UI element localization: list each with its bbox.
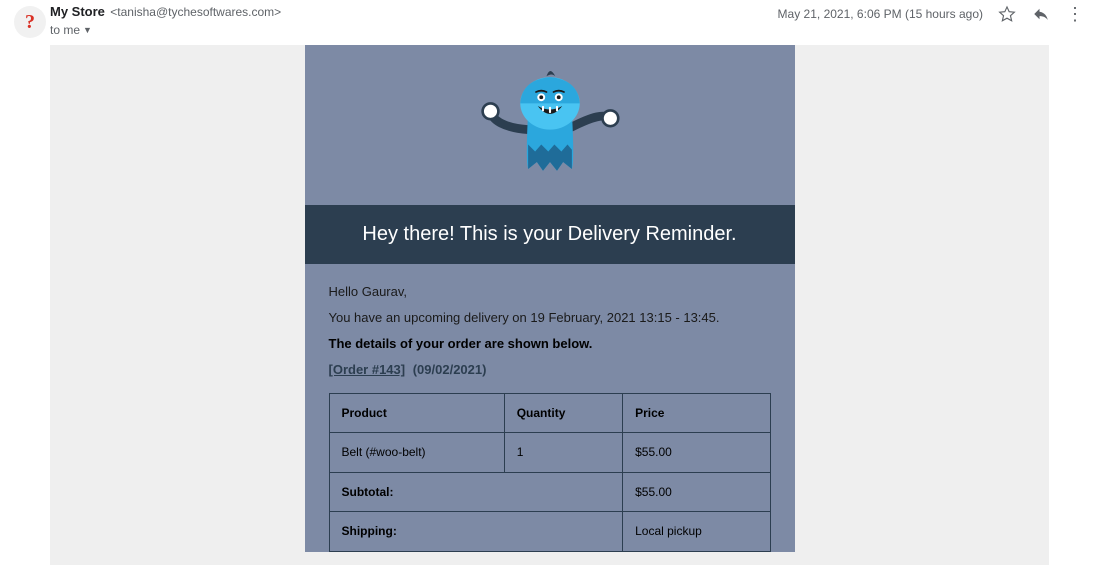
table-row-shipping: Shipping: Local pickup [329, 512, 770, 552]
greeting-text: Hello Gaurav, [329, 282, 771, 302]
order-link[interactable]: [Order #143] [329, 362, 406, 377]
schedule-text: You have an upcoming delivery on 19 Febr… [329, 308, 771, 328]
recipient-label: to me [50, 23, 80, 37]
more-icon[interactable]: ⋮ [1065, 4, 1085, 24]
shipping-value: Local pickup [623, 512, 770, 552]
subtotal-label: Subtotal: [329, 472, 623, 512]
sender-name: My Store [50, 4, 105, 19]
email-logo-area [305, 45, 795, 205]
col-product: Product [329, 393, 504, 433]
banner-text: Hey there! This is your Delivery Reminde… [362, 223, 736, 245]
sender-email: <tanisha@tychesoftwares.com> [110, 5, 281, 19]
table-header-row: Product Quantity Price [329, 393, 770, 433]
avatar-initial: ? [25, 11, 35, 34]
cell-product: Belt (#woo-belt) [329, 433, 504, 473]
cell-quantity: 1 [504, 433, 622, 473]
email-timestamp: May 21, 2021, 6:06 PM (15 hours ago) [778, 7, 983, 21]
email-content: Hello Gaurav, You have an upcoming deliv… [305, 264, 795, 552]
order-date: (09/02/2021) [413, 362, 487, 377]
details-intro: The details of your order are shown belo… [329, 334, 771, 354]
sender-avatar[interactable]: ? [14, 6, 46, 38]
shipping-label: Shipping: [329, 512, 623, 552]
table-row: Belt (#woo-belt) 1 $55.00 [329, 433, 770, 473]
monster-logo-icon [480, 64, 620, 187]
col-quantity: Quantity [504, 393, 622, 433]
order-table: Product Quantity Price Belt (#woo-belt) … [329, 393, 771, 552]
col-price: Price [623, 393, 770, 433]
star-icon[interactable] [997, 4, 1017, 24]
recipient-dropdown[interactable]: to me▼ [50, 22, 281, 39]
table-row-subtotal: Subtotal: $55.00 [329, 472, 770, 512]
subtotal-value: $55.00 [623, 472, 770, 512]
email-card: Hey there! This is your Delivery Reminde… [305, 45, 795, 552]
email-body-container: Hey there! This is your Delivery Reminde… [50, 45, 1049, 565]
cell-price: $55.00 [623, 433, 770, 473]
email-header: ? My Store <tanisha@tychesoftwares.com> … [0, 0, 1099, 45]
email-banner: Hey there! This is your Delivery Reminde… [305, 205, 795, 264]
chevron-down-icon: ▼ [83, 25, 92, 35]
reply-icon[interactable] [1031, 4, 1051, 24]
